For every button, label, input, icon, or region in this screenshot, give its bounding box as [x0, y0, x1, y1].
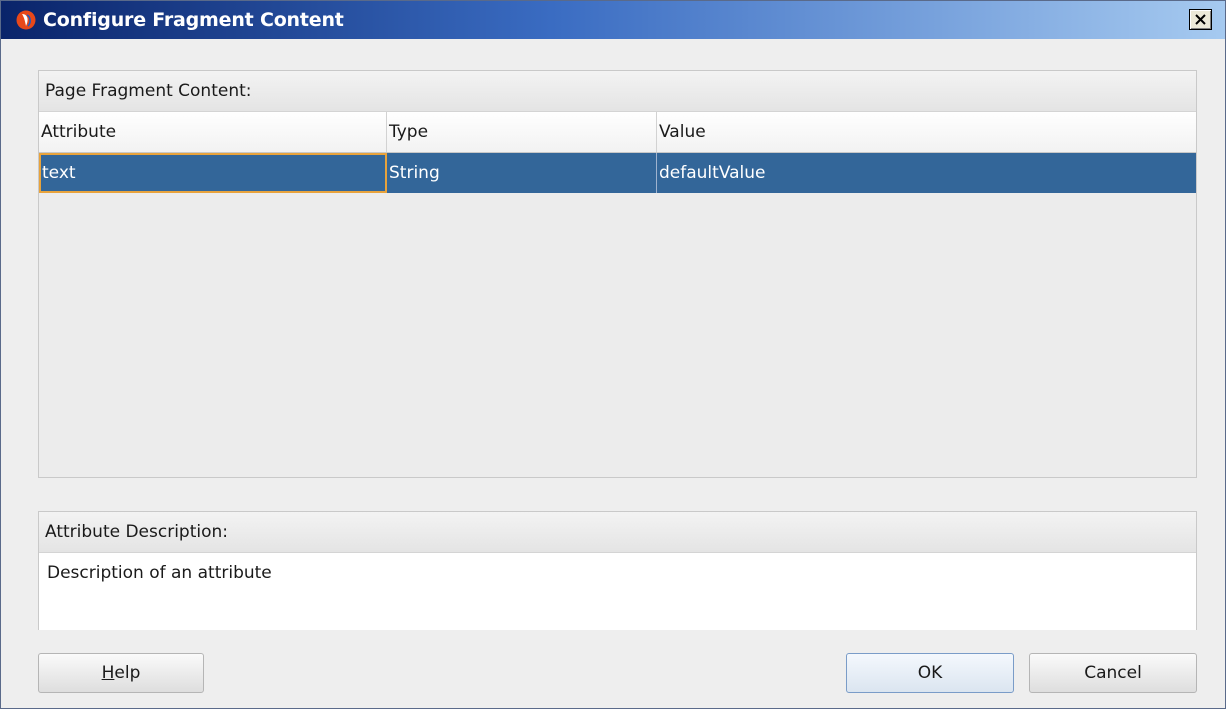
page-fragment-content-panel: Page Fragment Content: Attribute Type Va…	[38, 70, 1197, 478]
cell-attribute[interactable]: text	[39, 153, 387, 193]
cell-type[interactable]: String	[387, 153, 657, 193]
help-mnemonic: H	[101, 663, 115, 683]
attribute-description-panel: Attribute Description: Description of an…	[38, 511, 1197, 630]
window-title: Configure Fragment Content	[43, 9, 344, 31]
column-header-type[interactable]: Type	[387, 112, 657, 152]
panel-heading: Page Fragment Content:	[39, 71, 1196, 112]
column-header-attribute[interactable]: Attribute	[39, 112, 387, 152]
cell-value[interactable]: defaultValue	[657, 153, 1196, 193]
close-icon	[1195, 10, 1206, 29]
close-button[interactable]	[1189, 9, 1212, 30]
description-text: Description of an attribute	[39, 553, 1196, 630]
configure-fragment-dialog: Configure Fragment Content Page Fragment…	[0, 0, 1226, 709]
ok-button[interactable]: OK	[846, 653, 1014, 693]
panel-heading: Attribute Description:	[39, 512, 1196, 553]
oracle-app-icon	[16, 10, 36, 30]
cancel-button[interactable]: Cancel	[1029, 653, 1197, 693]
table-header: Attribute Type Value	[39, 112, 1196, 153]
help-button[interactable]: Help	[38, 653, 204, 693]
attribute-table[interactable]: Attribute Type Value text String default…	[39, 112, 1196, 193]
column-header-value[interactable]: Value	[657, 112, 1196, 152]
help-label-rest: elp	[114, 663, 141, 683]
table-row[interactable]: text String defaultValue	[39, 153, 1196, 193]
title-bar[interactable]: Configure Fragment Content	[1, 1, 1225, 39]
